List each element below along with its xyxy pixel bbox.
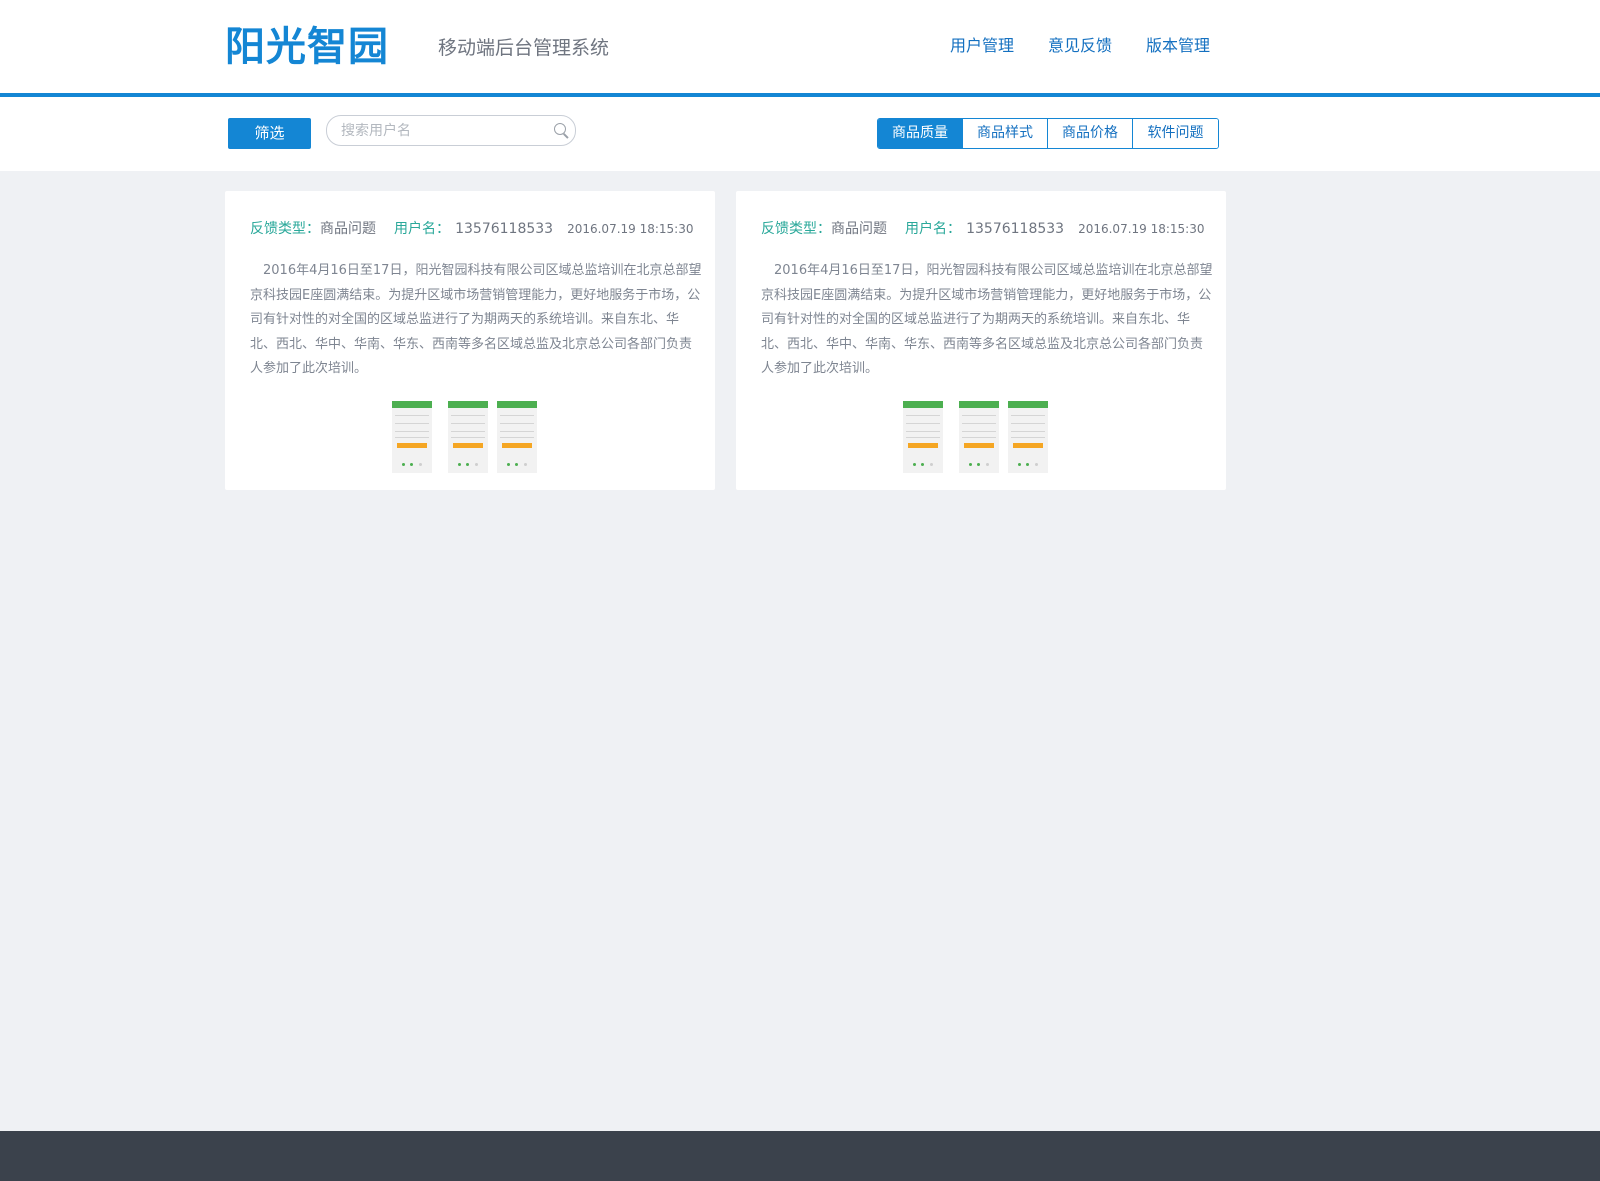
header: 阳光智园 移动端后台管理系统 用户管理 意见反馈 版本管理 xyxy=(0,0,1600,97)
username-label: 用户名： xyxy=(394,221,450,237)
screenshot-thumbnail[interactable] xyxy=(392,401,432,473)
username-label: 用户名： xyxy=(905,221,961,237)
search-box xyxy=(326,115,576,146)
feedback-screenshots xyxy=(736,401,1226,474)
tab-software-issue[interactable]: 软件问题 xyxy=(1133,119,1218,148)
nav-version-management[interactable]: 版本管理 xyxy=(1146,34,1210,58)
logo[interactable]: 阳光智园 xyxy=(225,24,389,70)
top-nav: 用户管理 意见反馈 版本管理 xyxy=(950,34,1210,58)
category-tabs: 商品质量 商品样式 商品价格 软件问题 xyxy=(877,118,1219,149)
feedback-type-value: 商品问题 xyxy=(320,221,376,237)
feedback-time: 2016.07.19 18:15:30 xyxy=(1078,222,1205,236)
feedback-body: 2016年4月16日至17日，阳光智园科技有限公司区域总监培训在北京总部望京科技… xyxy=(761,263,1213,376)
screenshot-thumbnail[interactable] xyxy=(497,401,537,473)
screenshot-thumbnail[interactable] xyxy=(448,401,488,473)
nav-feedback[interactable]: 意见反馈 xyxy=(1048,34,1112,58)
screenshot-thumbnail[interactable] xyxy=(903,401,943,473)
feedback-type-label: 反馈类型： xyxy=(250,221,320,237)
footer xyxy=(0,1131,1600,1181)
app-subtitle: 移动端后台管理系统 xyxy=(438,37,610,59)
feedback-time: 2016.07.19 18:15:30 xyxy=(567,222,694,236)
feedback-type-value: 商品问题 xyxy=(831,221,887,237)
screenshot-thumbnail[interactable] xyxy=(1008,401,1048,473)
username-value: 13576118533 xyxy=(966,221,1065,237)
search-input[interactable] xyxy=(339,120,543,142)
feedback-meta: 反馈类型：商品问题 用户名： 13576118533 2016.07.19 18:1… xyxy=(250,217,695,239)
nav-user-management[interactable]: 用户管理 xyxy=(950,34,1014,58)
feedback-screenshots xyxy=(225,401,715,474)
username-value: 13576118533 xyxy=(455,221,554,237)
search-icon[interactable] xyxy=(554,123,566,135)
feedback-body: 2016年4月16日至17日，阳光智园科技有限公司区域总监培训在北京总部望京科技… xyxy=(250,263,702,376)
tab-product-style[interactable]: 商品样式 xyxy=(963,119,1048,148)
feedback-card: 反馈类型：商品问题 用户名： 13576118533 2016.07.19 18:1… xyxy=(736,191,1226,490)
feedback-meta: 反馈类型：商品问题 用户名： 13576118533 2016.07.19 18:1… xyxy=(761,217,1206,239)
tab-product-quality[interactable]: 商品质量 xyxy=(878,119,963,148)
tab-product-price[interactable]: 商品价格 xyxy=(1048,119,1133,148)
feedback-type-label: 反馈类型： xyxy=(761,221,831,237)
feedback-card: 反馈类型：商品问题 用户名： 13576118533 2016.07.19 18:1… xyxy=(225,191,715,490)
toolbar: 筛选 商品质量 商品样式 商品价格 软件问题 xyxy=(0,97,1600,171)
filter-button[interactable]: 筛选 xyxy=(228,118,311,149)
screenshot-thumbnail[interactable] xyxy=(959,401,999,473)
